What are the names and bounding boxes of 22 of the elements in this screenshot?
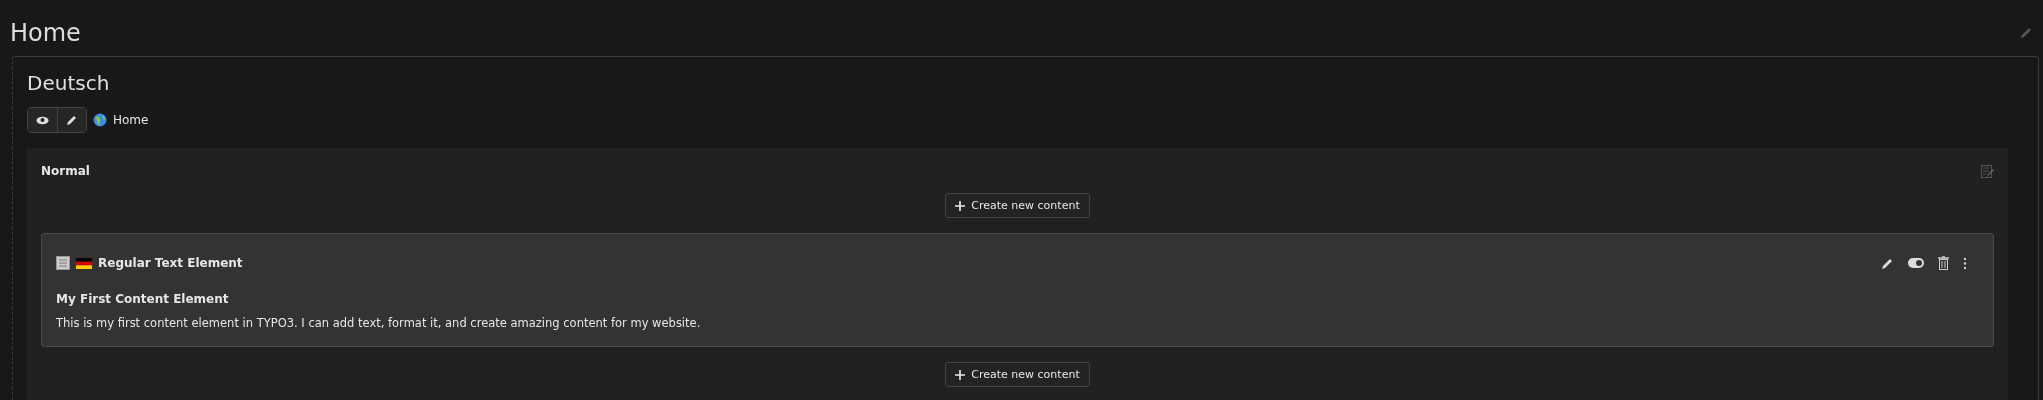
pencil-icon bbox=[66, 114, 78, 126]
page-link[interactable]: Home bbox=[113, 113, 149, 127]
pencil-icon[interactable] bbox=[1881, 256, 1894, 270]
element-type-label: Regular Text Element bbox=[98, 256, 243, 270]
more-icon[interactable] bbox=[1963, 256, 1967, 270]
create-content-button[interactable]: Create new content bbox=[945, 362, 1090, 387]
text-element-icon bbox=[56, 256, 70, 270]
trash-icon[interactable] bbox=[1938, 256, 1949, 270]
plus-icon bbox=[955, 200, 966, 211]
column-title: Normal bbox=[41, 164, 90, 178]
german-flag-icon bbox=[76, 257, 92, 269]
page-title: Home bbox=[10, 19, 81, 47]
globe-icon bbox=[93, 113, 107, 127]
edit-button[interactable] bbox=[57, 108, 86, 132]
edit-column-icon[interactable] bbox=[1981, 164, 1994, 178]
plus-icon bbox=[955, 369, 966, 380]
content-header: My First Content Element bbox=[56, 292, 230, 306]
create-content-button[interactable]: Create new content bbox=[945, 193, 1090, 218]
eye-icon bbox=[36, 115, 49, 125]
content-body: This is my first content element in TYPO3. I can add text, format it, and create amazing content for my website. bbox=[56, 316, 702, 330]
language-title: Deutsch bbox=[27, 71, 111, 95]
toggle-icon[interactable] bbox=[1908, 258, 1924, 268]
